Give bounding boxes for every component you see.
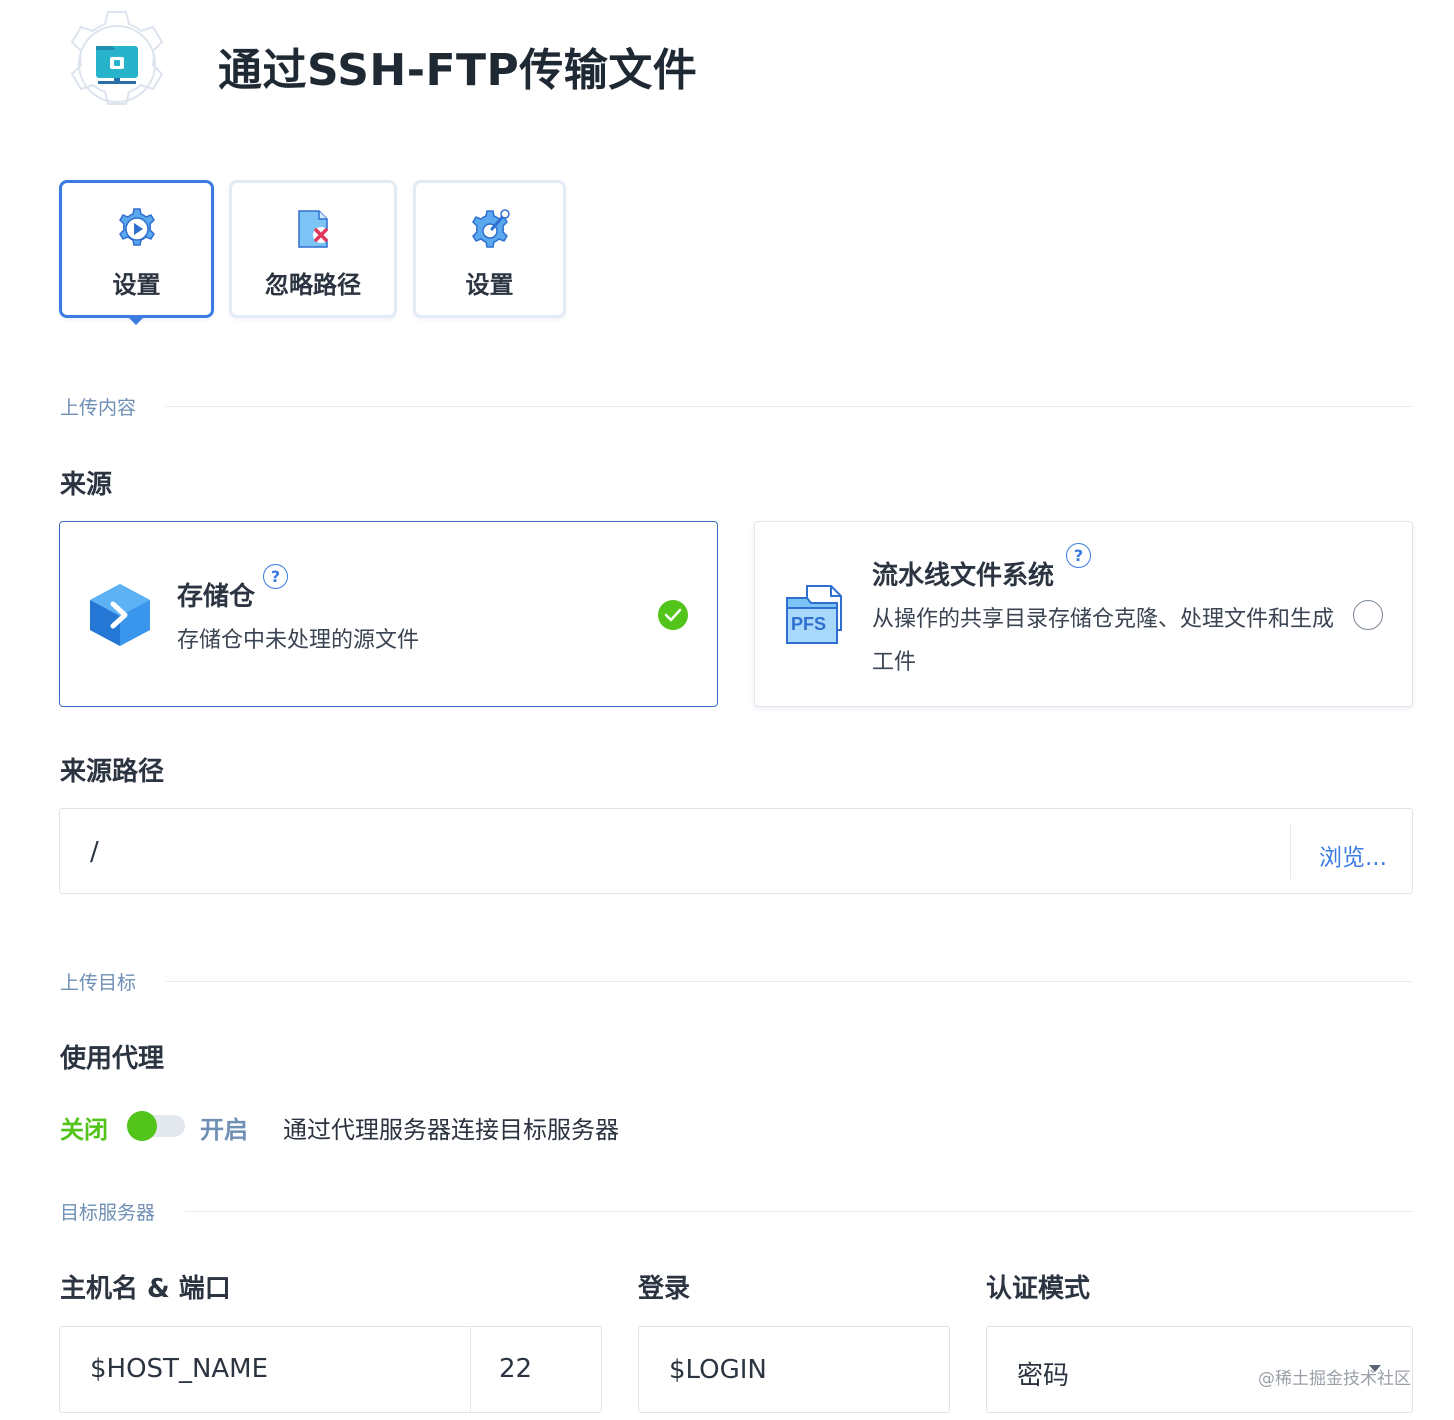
section-divider (185, 1210, 1412, 1212)
help-icon[interactable]: ? (263, 564, 288, 589)
source-path-input[interactable]: / 浏览... (59, 808, 1413, 894)
tab-settings-run[interactable]: 设置 (59, 180, 214, 318)
section-upload-content: 上传内容 (60, 394, 1412, 419)
source-card-description: 从操作的共享目录存储仓克隆、处理文件和生成工件 (872, 607, 1335, 675)
source-card-description: 存储仓中未处理的源文件 (177, 628, 420, 653)
source-card-title: 存储仓 (177, 582, 256, 612)
toggle-knob[interactable] (127, 1111, 157, 1141)
pfs-file-icon: PFS (783, 582, 845, 648)
host-name-input[interactable]: $HOST_NAME (90, 1354, 268, 1384)
section-label: 上传内容 (60, 396, 137, 419)
port-input[interactable]: 22 (499, 1354, 532, 1384)
toggle-off-label[interactable]: 关闭 (60, 1110, 108, 1145)
tab-settings-tools[interactable]: 设置 (413, 180, 566, 318)
tab-ignore-paths[interactable]: 忽略路径 (229, 180, 397, 318)
source-card-pipeline-fs[interactable]: PFS 流水线文件系统 ? 从操作的共享目录存储仓克隆、处理文件和生成工件 (754, 521, 1413, 707)
tab-label: 设置 (465, 271, 514, 299)
wrench-gear-icon (468, 207, 512, 251)
input-divider (470, 1327, 471, 1412)
login-label: 登录 (638, 1274, 691, 1304)
source-label: 来源 (60, 470, 113, 500)
watermark: @稀土掘金技术社区 (1258, 1369, 1411, 1389)
play-gear-icon (115, 207, 159, 251)
host-port-label: 主机名 & 端口 (60, 1274, 231, 1304)
section-divider (166, 405, 1412, 407)
proxy-description: 通过代理服务器连接目标服务器 (283, 1116, 619, 1144)
section-divider (166, 980, 1412, 982)
tab-label: 设置 (112, 271, 161, 299)
source-card-repository[interactable]: 存储仓 ? 存储仓中未处理的源文件 (59, 521, 718, 707)
source-card-title: 流水线文件系统 (872, 561, 1055, 591)
input-divider (1290, 823, 1291, 879)
page-title: 通过SSH-FTP传输文件 (218, 45, 698, 96)
radio-button[interactable] (1353, 600, 1383, 630)
section-target-server: 目标服务器 (60, 1199, 1412, 1224)
active-tab-caret (127, 316, 145, 325)
repository-icon (88, 582, 152, 648)
pfs-icon-text: PFS (791, 614, 827, 634)
proxy-label: 使用代理 (60, 1044, 165, 1074)
auth-mode-label: 认证模式 (986, 1274, 1091, 1304)
login-value: $LOGIN (669, 1355, 767, 1385)
section-label: 上传目标 (60, 971, 137, 994)
toggle-on-label[interactable]: 开启 (200, 1110, 248, 1145)
auth-mode-value: 密码 (1017, 1361, 1070, 1391)
source-path-label: 来源路径 (60, 757, 165, 787)
tab-label: 忽略路径 (265, 271, 361, 299)
file-remove-icon (291, 207, 335, 251)
browse-button[interactable]: 浏览... (1319, 838, 1387, 872)
selected-check-icon[interactable] (658, 600, 688, 630)
login-input[interactable]: $LOGIN (638, 1326, 950, 1413)
source-path-value: / (90, 837, 99, 867)
app-logo-icon (60, 10, 174, 118)
section-label: 目标服务器 (60, 1201, 156, 1224)
section-upload-target: 上传目标 (60, 969, 1412, 994)
help-icon[interactable]: ? (1066, 543, 1091, 568)
